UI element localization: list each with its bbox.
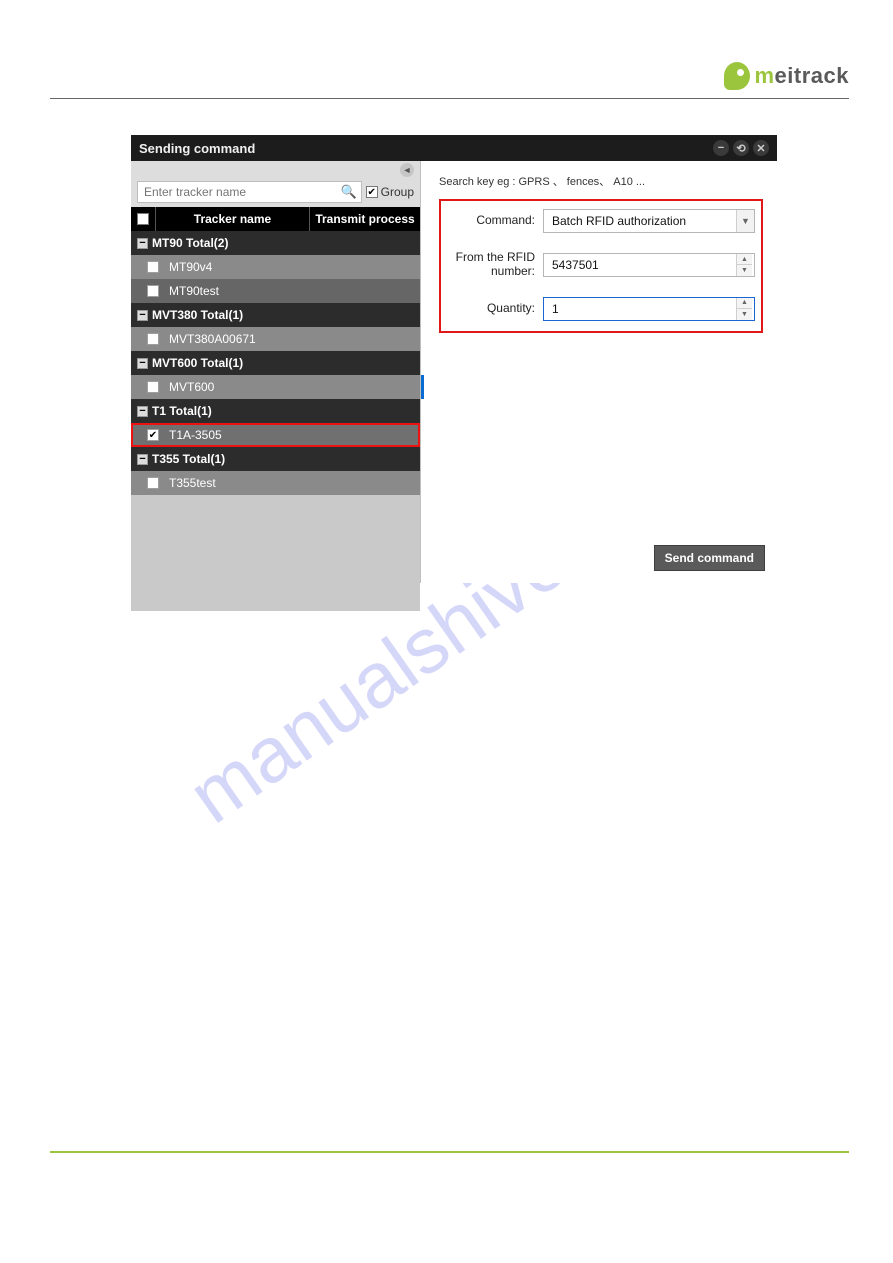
tracker-name: MVT380A00671 [169,332,256,346]
tracker-item[interactable]: MT90v4 [131,255,420,279]
tracker-checkbox[interactable] [147,261,159,273]
tracker-name: MT90test [169,284,219,298]
minimize-icon[interactable]: − [713,140,729,156]
tracker-panel: ◄ 🔍 ✔ Group Tracker name Transmit proc [131,161,421,583]
panel-empty-area [131,495,420,611]
quantity-spinner[interactable]: ▲▼ [736,298,752,320]
spin-up-icon[interactable]: ▲ [737,254,752,266]
tracker-item[interactable]: ✔ T1A-3505 [131,423,420,447]
quantity-input-field[interactable] [544,298,736,320]
footer-divider [50,1151,849,1153]
search-icon[interactable]: 🔍 [339,184,359,200]
rfid-label: From the RFID number: [447,251,543,279]
brand-logo-text: meitrack [754,63,849,89]
group-checkbox-label: Group [381,185,414,199]
col-transmit-process: Transmit process [310,207,420,231]
command-form-panel: Search key eg : GPRS 、 fences、 A10 ... C… [421,161,777,583]
collapse-minus-icon[interactable]: − [137,454,148,465]
tracker-checkbox[interactable] [147,285,159,297]
tracker-checkbox[interactable] [147,333,159,345]
tracker-checkbox[interactable] [147,477,159,489]
tracker-item[interactable]: T355test [131,471,420,495]
tracker-group-header[interactable]: −MVT600 Total(1) [131,351,420,375]
select-all-checkbox[interactable] [137,213,149,225]
tracker-group-label: T355 Total(1) [152,452,225,466]
search-input-wrap: 🔍 [137,181,362,203]
tracker-name: T355test [169,476,216,490]
tracker-checkbox[interactable]: ✔ [147,429,159,441]
tracker-name: MVT600 [169,380,214,394]
tracker-group-header[interactable]: −MT90 Total(2) [131,231,420,255]
search-row: 🔍 ✔ Group [131,177,420,207]
tracker-group-header[interactable]: −MVT380 Total(1) [131,303,420,327]
col-tracker-name: Tracker name [155,207,310,231]
collapse-minus-icon[interactable]: − [137,310,148,321]
sending-command-window: Sending command − ⟲ ✕ ◄ 🔍 ✔ [131,135,777,583]
form-highlight-box: Command: ▼ From the RFID number: ▲▼ [439,199,763,333]
window-controls: − ⟲ ✕ [713,140,769,156]
header-divider [50,98,849,99]
spin-up-icon[interactable]: ▲ [737,298,752,310]
tracker-table-header: Tracker name Transmit process [131,207,420,231]
tracker-item[interactable]: MVT380A00671 [131,327,420,351]
tracker-name: MT90v4 [169,260,212,274]
panel-top-strip: ◄ [131,161,420,177]
collapse-minus-icon[interactable]: − [137,358,148,369]
tracker-group-header[interactable]: −T1 Total(1) [131,399,420,423]
spin-down-icon[interactable]: ▼ [737,265,752,276]
window-title: Sending command [139,141,255,156]
close-icon[interactable]: ✕ [753,140,769,156]
window-titlebar: Sending command − ⟲ ✕ [131,135,777,161]
quantity-input[interactable]: ▲▼ [543,297,755,321]
tracker-item[interactable]: MVT600 [131,375,420,399]
search-hint-text: Search key eg : GPRS 、 fences、 A10 ... [439,173,763,189]
refresh-icon[interactable]: ⟲ [733,140,749,156]
quantity-label: Quantity: [447,302,543,316]
rfid-input[interactable]: ▲▼ [543,253,755,277]
spin-down-icon[interactable]: ▼ [737,309,752,320]
brand-logo-icon [724,62,750,90]
send-command-button[interactable]: Send command [654,545,765,571]
tracker-group-label: MVT380 Total(1) [152,308,243,322]
tracker-item[interactable]: MT90test [131,279,420,303]
tracker-group-label: MVT600 Total(1) [152,356,243,370]
collapse-minus-icon[interactable]: − [137,238,148,249]
group-checkbox-box[interactable]: ✔ [366,186,378,198]
document-page: meitrack manualshive.com Sending command… [0,0,893,1263]
collapse-icon[interactable]: ◄ [400,163,414,177]
window-body: ◄ 🔍 ✔ Group Tracker name Transmit proc [131,161,777,583]
collapse-minus-icon[interactable]: − [137,406,148,417]
tracker-checkbox[interactable] [147,381,159,393]
tracker-group-label: MT90 Total(2) [152,236,228,250]
quantity-row: Quantity: ▲▼ [447,297,755,321]
tracker-group-header[interactable]: −T355 Total(1) [131,447,420,471]
command-select[interactable]: ▼ [543,209,755,233]
rfid-spinner[interactable]: ▲▼ [736,254,752,276]
tracker-name: T1A-3505 [169,428,222,442]
command-row: Command: ▼ [447,209,755,233]
chevron-down-icon[interactable]: ▼ [736,210,754,232]
group-checkbox[interactable]: ✔ Group [366,185,414,199]
tracker-list: −MT90 Total(2)MT90v4MT90test−MVT380 Tota… [131,231,420,495]
brand-logo: meitrack [724,62,849,90]
command-label: Command: [447,214,543,228]
tracker-group-label: T1 Total(1) [152,404,212,418]
rfid-row: From the RFID number: ▲▼ [447,251,755,279]
search-input[interactable] [138,185,339,199]
rfid-input-field[interactable] [544,254,736,276]
command-select-value[interactable] [544,210,736,232]
